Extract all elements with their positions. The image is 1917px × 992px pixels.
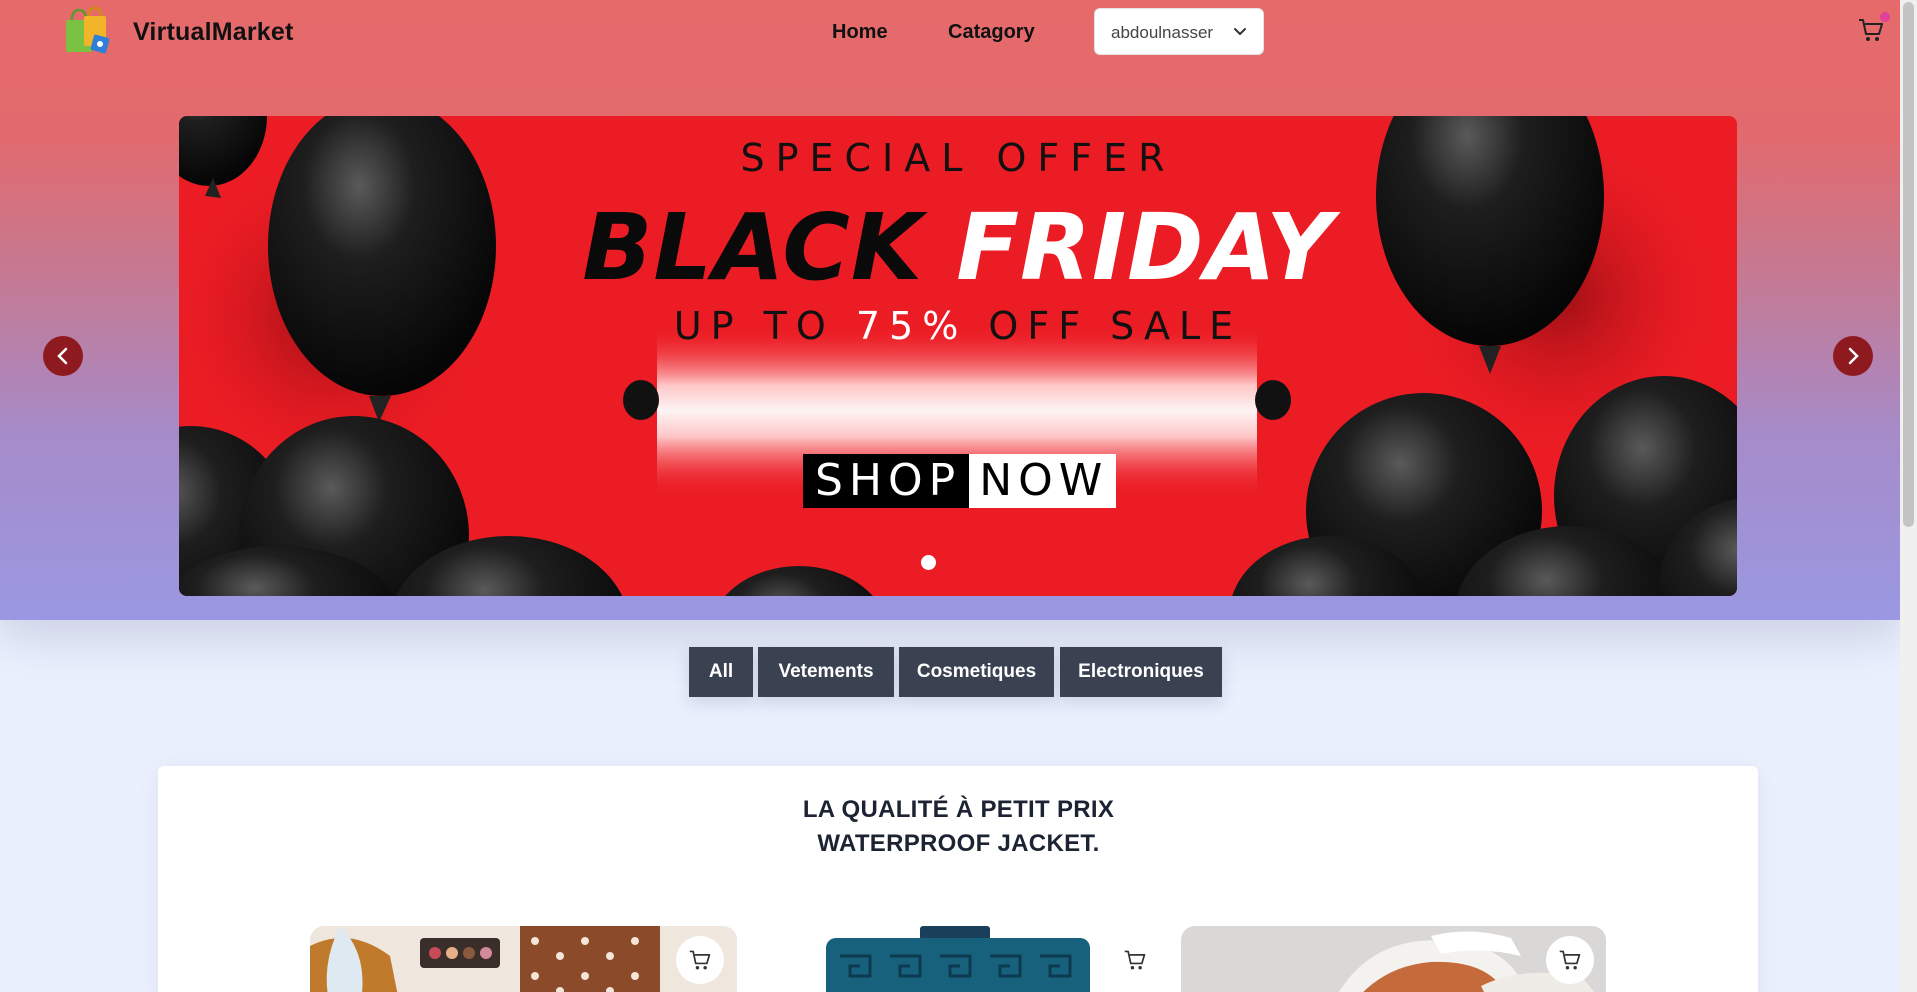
cart-icon bbox=[689, 950, 711, 970]
products-title-line2: WATERPROOF JACKET. bbox=[817, 830, 1100, 857]
product-image-1 bbox=[310, 926, 737, 992]
product-card-2[interactable] bbox=[780, 926, 1130, 992]
cart-icon bbox=[1124, 950, 1146, 970]
category-all-button[interactable]: All bbox=[689, 647, 753, 697]
product-image-2 bbox=[780, 926, 1130, 992]
nav-link-catagory[interactable]: Catagory bbox=[948, 21, 1035, 44]
banner-discount-prefix: UP TO bbox=[673, 304, 856, 348]
chevron-right-icon bbox=[1848, 347, 1859, 365]
products-title-line1: LA QUALITÉ À PETIT PRIX bbox=[802, 796, 1115, 823]
user-select[interactable]: abdoulnasser bbox=[1094, 8, 1264, 55]
shopping-bags-logo-icon[interactable] bbox=[62, 6, 112, 56]
product-card-1[interactable] bbox=[310, 926, 737, 992]
shop-now-shop: SHOP bbox=[803, 454, 970, 508]
banner-black-friday: BLACK FRIDAY bbox=[179, 194, 1737, 301]
category-vetements-button[interactable]: Vetements bbox=[758, 647, 894, 697]
category-electroniques-button[interactable]: Electroniques bbox=[1060, 647, 1222, 697]
product-card-3[interactable] bbox=[1181, 926, 1606, 992]
page-scrollbar-thumb[interactable] bbox=[1903, 2, 1914, 527]
add-to-cart-button-2[interactable] bbox=[1111, 936, 1159, 984]
carousel-prev-button[interactable] bbox=[43, 336, 83, 376]
banner-friday-word: FRIDAY bbox=[956, 194, 1334, 301]
banner-discount-percent: 75% bbox=[855, 304, 968, 348]
balloons-artwork bbox=[179, 116, 1737, 596]
carousel-next-button[interactable] bbox=[1833, 336, 1873, 376]
brand-name[interactable]: VirtualMarket bbox=[133, 18, 294, 47]
category-cosmetiques-button[interactable]: Cosmetiques bbox=[899, 647, 1054, 697]
carousel-indicator-dot[interactable] bbox=[921, 555, 936, 570]
add-to-cart-button-1[interactable] bbox=[676, 936, 724, 984]
cart-badge bbox=[1880, 12, 1890, 22]
user-select-value: abdoulnasser bbox=[1111, 23, 1214, 42]
product-image-3 bbox=[1181, 926, 1606, 992]
add-to-cart-button-3[interactable] bbox=[1546, 936, 1594, 984]
cart-icon bbox=[1559, 950, 1581, 970]
shop-now-now: NOW bbox=[969, 454, 1117, 508]
promo-carousel[interactable]: SPECIAL OFFER BLACK FRIDAY UP TO 75% OFF… bbox=[179, 116, 1737, 596]
navbar: VirtualMarket Home Catagory abdoulnasser bbox=[0, 0, 1900, 64]
banner-discount-suffix: OFF SALE bbox=[967, 304, 1243, 348]
banner-discount: UP TO 75% OFF SALE bbox=[179, 304, 1737, 348]
banner-black-word: BLACK bbox=[582, 194, 924, 301]
banner-special-offer: SPECIAL OFFER bbox=[740, 136, 1176, 180]
chevron-down-icon bbox=[1231, 23, 1249, 41]
nav-link-home[interactable]: Home bbox=[832, 21, 888, 44]
chevron-left-icon bbox=[57, 347, 68, 365]
shop-now-button[interactable]: SHOP NOW bbox=[803, 454, 1117, 508]
